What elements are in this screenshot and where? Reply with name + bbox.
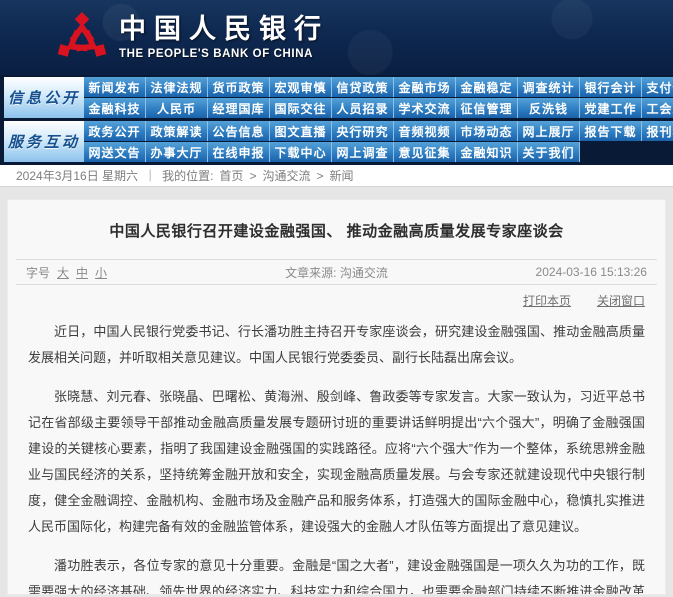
nav-item[interactable]: 网送文告	[84, 142, 146, 162]
pboc-logo-icon	[57, 11, 107, 67]
nav-item[interactable]: 报刊年鉴	[642, 121, 673, 141]
article-paragraph: 张晓慧、刘元春、张晓晶、巴曙松、黄海洲、殷剑峰、鲁政委等专家发言。大家一致认为，…	[28, 384, 645, 540]
nav-item[interactable]: 支付体系	[642, 77, 673, 97]
nav-item[interactable]: 银行会计	[580, 77, 642, 97]
article-source: 文章来源: 沟通交流	[209, 264, 465, 281]
article-paragraph: 近日，中国人民银行党委书记、行长潘功胜主持召开专家座谈会，研究建设金融强国、推动…	[28, 319, 645, 371]
nav-item[interactable]: 在线申报	[208, 142, 270, 162]
nav-item[interactable]: 信贷政策	[332, 77, 394, 97]
nav-item[interactable]: 人民币	[146, 98, 208, 118]
font-size-label: 字号	[26, 264, 50, 281]
font-size-small-button[interactable]: 小	[95, 264, 107, 281]
article-container: 中国人民银行召开建设金融强国、 推动金融高质量发展专家座谈会 字号 大 中 小 …	[7, 199, 666, 595]
article-meta-bar: 字号 大 中 小 文章来源: 沟通交流 2024-03-16 15:13:26	[16, 259, 657, 285]
font-size-large-button[interactable]: 大	[57, 264, 69, 281]
nav-item[interactable]: 党建工作	[580, 98, 642, 118]
breadcrumb-current-page: 新闻	[329, 167, 353, 184]
nav-item[interactable]: 市场动态	[456, 121, 518, 141]
nav-item[interactable]: 人员招录	[332, 98, 394, 118]
article-title: 中国人民银行召开建设金融强国、 推动金融高质量发展专家座谈会	[8, 200, 665, 259]
nav-item[interactable]: 金融稳定	[456, 77, 518, 97]
nav-item[interactable]: 政策解读	[146, 121, 208, 141]
bank-name-english: THE PEOPLE'S BANK OF CHINA	[119, 48, 329, 60]
nav-group-label: 服务互动	[4, 121, 84, 162]
nav-item[interactable]: 金融市场	[394, 77, 456, 97]
nav-group-information-disclosure: 信息公开 新闻发布法律法规货币政策宏观审慎信贷政策金融市场金融稳定调查统计银行会…	[4, 77, 673, 118]
nav-item[interactable]: 新闻发布	[84, 77, 146, 97]
font-size-medium-button[interactable]: 中	[76, 264, 88, 281]
print-page-button[interactable]: 打印本页	[523, 292, 571, 309]
nav-item[interactable]: 下载中心	[270, 142, 332, 162]
nav-item[interactable]: 政务公开	[84, 121, 146, 141]
nav-item[interactable]: 调查统计	[518, 77, 580, 97]
breadcrumb-pipe: ｜	[144, 167, 156, 184]
nav-item[interactable]: 办事大厅	[146, 142, 208, 162]
article-datetime: 2024-03-16 15:13:26	[464, 265, 657, 279]
nav-item[interactable]: 征信管理	[456, 98, 518, 118]
site-header: 中国人民银行 THE PEOPLE'S BANK OF CHINA	[0, 0, 673, 75]
current-date: 2024年3月16日 星期六	[16, 167, 138, 184]
breadcrumb-home-link[interactable]: 首页	[219, 167, 243, 184]
nav-item[interactable]: 工会工作	[642, 98, 673, 118]
breadcrumb-separator: >	[316, 169, 323, 183]
bank-name-chinese: 中国人民银行	[119, 15, 329, 45]
nav-item[interactable]: 金融科技	[84, 98, 146, 118]
location-label: 我的位置:	[162, 167, 213, 184]
nav-item[interactable]: 公告信息	[208, 121, 270, 141]
nav-item[interactable]: 音频视频	[394, 121, 456, 141]
breadcrumb-section-link[interactable]: 沟通交流	[262, 167, 310, 184]
close-window-button[interactable]: 关闭窗口	[597, 292, 645, 309]
main-navigation: 信息公开 新闻发布法律法规货币政策宏观审慎信贷政策金融市场金融稳定调查统计银行会…	[0, 75, 673, 165]
nav-item[interactable]: 宏观审慎	[270, 77, 332, 97]
nav-item[interactable]: 图文直播	[270, 121, 332, 141]
nav-item[interactable]: 意见征集	[394, 142, 456, 162]
nav-item[interactable]: 经理国库	[208, 98, 270, 118]
nav-group-label: 信息公开	[4, 77, 84, 118]
nav-group-service-interaction: 服务互动 政务公开政策解读公告信息图文直播央行研究音频视频市场动态网上展厅报告下…	[4, 121, 673, 162]
nav-item[interactable]: 金融知识	[456, 142, 518, 162]
nav-item[interactable]: 央行研究	[332, 121, 394, 141]
nav-item[interactable]: 国际交往	[270, 98, 332, 118]
nav-item[interactable]: 反洗钱	[518, 98, 580, 118]
nav-item[interactable]: 网上调查	[332, 142, 394, 162]
article-actions: 打印本页 关闭窗口	[16, 285, 657, 315]
breadcrumb: 2024年3月16日 星期六 ｜ 我的位置: 首页 > 沟通交流 > 新闻	[0, 165, 673, 187]
nav-item[interactable]: 报告下载	[580, 121, 642, 141]
breadcrumb-separator: >	[249, 169, 256, 183]
article-paragraph: 潘功胜表示，各位专家的意见十分重要。金融是“国之大者”，建设金融强国是一项久久为…	[28, 553, 645, 595]
nav-item[interactable]: 货币政策	[208, 77, 270, 97]
nav-item[interactable]: 法律法规	[146, 77, 208, 97]
nav-item[interactable]: 网上展厅	[518, 121, 580, 141]
article-body: 近日，中国人民银行党委书记、行长潘功胜主持召开专家座谈会，研究建设金融强国、推动…	[8, 315, 665, 595]
nav-item[interactable]: 学术交流	[394, 98, 456, 118]
nav-item[interactable]: 关于我们	[518, 142, 580, 162]
